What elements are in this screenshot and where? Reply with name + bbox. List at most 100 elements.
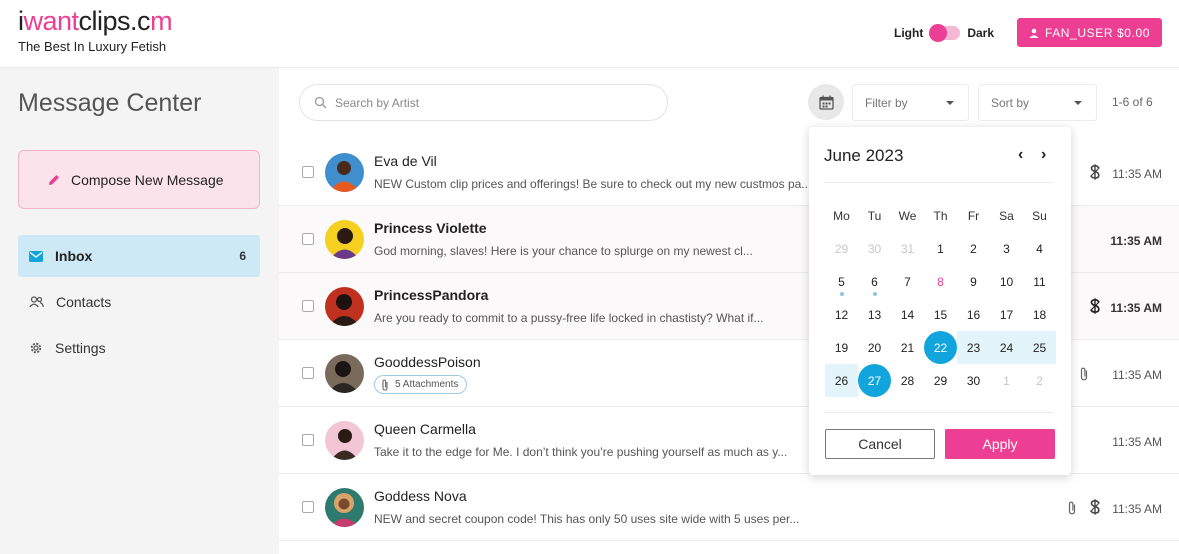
weekday-label: Tu [867, 209, 882, 223]
message-sender: PrincessPandora [374, 287, 489, 303]
calendar-day[interactable]: 30 [957, 364, 990, 397]
sidebar-item-label: Settings [55, 340, 106, 356]
calendar-day[interactable]: 4 [1023, 232, 1056, 265]
calendar-day-in-range[interactable]: 24 [990, 331, 1023, 364]
sidebar-item-contacts[interactable]: Contacts [18, 281, 260, 323]
theme-switch-knob [929, 24, 948, 42]
pencil-icon [49, 174, 59, 185]
sidebar-item-inbox[interactable]: Inbox 6 [18, 235, 260, 277]
prev-month-icon[interactable]: ‹ [1018, 146, 1023, 164]
theme-light-label: Light [894, 26, 924, 40]
calendar-day[interactable]: 14 [891, 298, 924, 331]
calendar-day[interactable]: 19 [825, 331, 858, 364]
dollar-icon [1090, 499, 1100, 515]
row-checkbox[interactable] [302, 367, 314, 379]
weekday-label: Su [1032, 209, 1047, 223]
avatar [325, 421, 364, 460]
theme-toggle[interactable]: Light Dark [894, 24, 994, 42]
apply-button[interactable]: Apply [945, 429, 1055, 459]
sidebar-item-settings[interactable]: Settings [18, 327, 260, 369]
search-box[interactable] [299, 84, 668, 121]
sidebar-item-label: Contacts [56, 294, 112, 310]
paperclip-icon [382, 378, 388, 391]
filter-select-label: Filter by [865, 95, 908, 110]
dollar-icon [1090, 298, 1100, 314]
chevron-down-icon [1074, 101, 1082, 105]
row-checkbox[interactable] [302, 233, 314, 245]
calendar-day-selected-start[interactable]: 22 [924, 331, 957, 364]
search-icon [314, 96, 327, 109]
sort-select[interactable]: Sort by [978, 84, 1097, 121]
message-time: 11:35 AM [1110, 234, 1162, 248]
page-title: Message Center [18, 89, 202, 117]
calendar-day[interactable]: 10 [990, 265, 1023, 298]
compose-message-label: Compose New Message [71, 171, 224, 188]
message-time: 11:35 AM [1112, 167, 1162, 181]
filter-select[interactable]: Filter by [852, 84, 969, 121]
calendar-day-selected-end[interactable]: 27 [858, 364, 891, 397]
calendar-day[interactable]: 13 [858, 298, 891, 331]
calendar-day[interactable]: 29 [825, 232, 858, 265]
message-preview: God morning, slaves! Here is your chance… [374, 244, 753, 258]
weekday-label: Fr [967, 209, 980, 223]
message-row[interactable]: Goddess Nova NEW and secret coupon code!… [279, 474, 1179, 541]
calendar-day[interactable]: 16 [957, 298, 990, 331]
calendar-day[interactable]: 21 [891, 331, 924, 364]
calendar-icon [818, 95, 834, 110]
search-input[interactable] [335, 95, 635, 110]
calendar-day[interactable]: 11 [1023, 265, 1056, 298]
message-preview: Take it to the edge for Me. I don’t thin… [374, 445, 788, 459]
calendar-day[interactable]: 1 [924, 232, 957, 265]
calendar-day[interactable]: 18 [1023, 298, 1056, 331]
calendar-day[interactable]: 17 [990, 298, 1023, 331]
message-sender: Princess Violette [374, 220, 487, 236]
message-sender: GooddessPoison [374, 354, 481, 370]
row-checkbox[interactable] [302, 300, 314, 312]
message-time: 11:35 AM [1110, 301, 1162, 315]
compose-message-button[interactable]: Compose New Message [18, 150, 260, 209]
attachments-chip[interactable]: 5 Attachments [374, 375, 468, 394]
calendar-day[interactable]: 9 [957, 265, 990, 298]
sidebar: Message Center Compose New Message Inbox… [0, 68, 279, 554]
calendar-day[interactable]: 28 [891, 364, 924, 397]
user-account-label: FAN_USER $0.00 [1044, 25, 1151, 40]
sidebar-item-label: Inbox [55, 248, 93, 264]
site-logo[interactable]: iwantclips.cm [18, 6, 173, 37]
row-checkbox[interactable] [302, 434, 314, 446]
next-month-icon[interactable]: › [1041, 146, 1046, 164]
calendar-day[interactable]: 12 [825, 298, 858, 331]
paperclip-icon [1080, 367, 1088, 381]
dollar-icon [1090, 164, 1100, 180]
calendar-day[interactable]: 31 [891, 232, 924, 265]
contacts-icon [29, 296, 44, 308]
user-account-button[interactable]: FAN_USER $0.00 [1017, 18, 1162, 47]
calendar-day[interactable]: 30 [858, 232, 891, 265]
theme-switch[interactable] [929, 24, 961, 42]
calendar-day-in-range[interactable]: 25 [1023, 331, 1056, 364]
cancel-button[interactable]: Cancel [825, 429, 935, 459]
calendar-day-in-range[interactable]: 23 [957, 331, 990, 364]
date-picker-popup: June 2023 ‹ › Mo Tu We Th Fr Sa Su 29 30… [809, 127, 1071, 475]
message-sender: Goddess Nova [374, 488, 467, 504]
calendar-day[interactable]: 29 [924, 364, 957, 397]
chevron-down-icon [946, 101, 954, 105]
avatar [325, 153, 364, 192]
mail-icon [29, 250, 43, 262]
calendar-day[interactable]: 20 [858, 331, 891, 364]
calendar-day[interactable]: 7 [891, 265, 924, 298]
calendar-day[interactable]: 15 [924, 298, 957, 331]
message-time: 11:35 AM [1112, 435, 1162, 449]
date-picker-button[interactable] [808, 84, 844, 120]
calendar-day[interactable]: 8 [924, 265, 957, 298]
message-time: 11:35 AM [1112, 368, 1162, 382]
calendar-day[interactable]: 2 [1023, 364, 1056, 397]
calendar-day[interactable]: 5 [825, 265, 858, 298]
calendar-day[interactable]: 3 [990, 232, 1023, 265]
row-checkbox[interactable] [302, 166, 314, 178]
calendar-day-in-range[interactable]: 26 [825, 364, 858, 397]
calendar-day[interactable]: 6 [858, 265, 891, 298]
calendar-day[interactable]: 2 [957, 232, 990, 265]
message-sender: Eva de Vil [374, 153, 437, 169]
calendar-day[interactable]: 1 [990, 364, 1023, 397]
row-checkbox[interactable] [302, 501, 314, 513]
